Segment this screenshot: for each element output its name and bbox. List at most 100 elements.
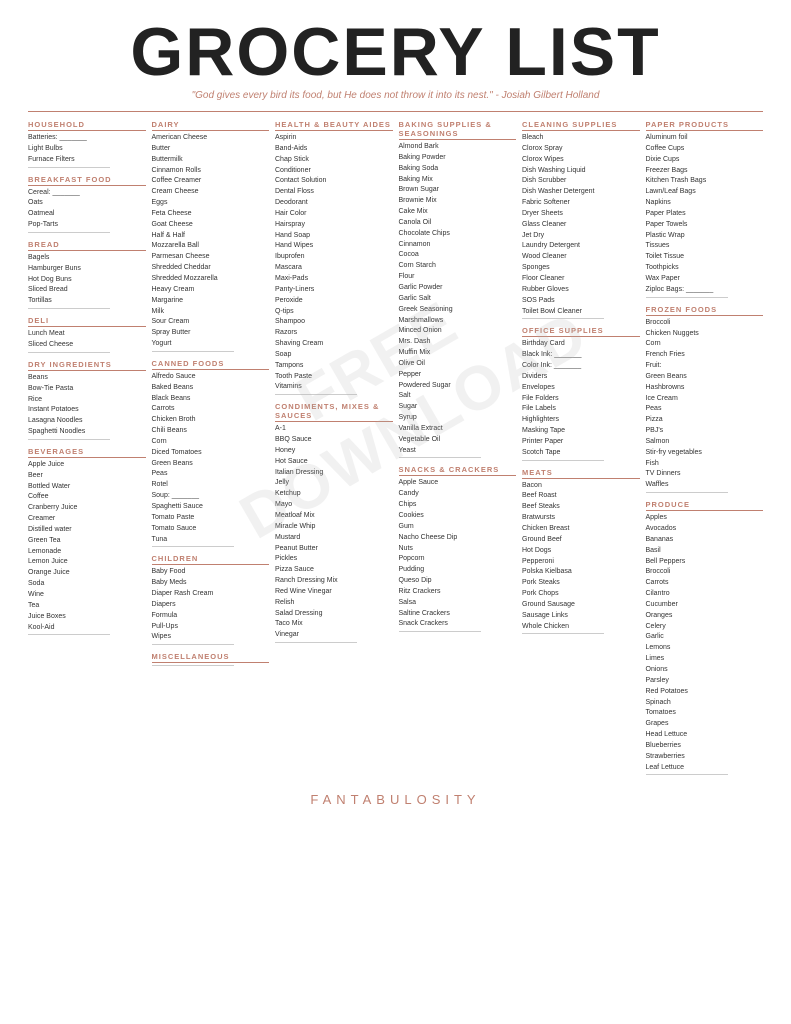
section-divider (646, 297, 728, 298)
list-item: Nuts (399, 544, 517, 555)
list-item: Pepperoni (522, 557, 640, 568)
brand-name: FANTABULOSITY (28, 792, 763, 807)
page: GROCERY LIST "God gives every bird its f… (0, 0, 791, 1024)
list-item: Spaghetti Sauce (152, 502, 270, 513)
section-5-2: PRODUCEApplesAvocadosBananasBasilBell Pe… (646, 500, 764, 775)
list-item: Pudding (399, 565, 517, 576)
list-item: Dish Washer Detergent (522, 187, 640, 198)
list-item: Cream Cheese (152, 187, 270, 198)
list-item: Sponges (522, 263, 640, 274)
list-item: Tea (28, 601, 146, 612)
list-item: Limes (646, 654, 764, 665)
section-0-2: BREADBagelsHamburger BunsHot Dog BunsSli… (28, 240, 146, 309)
list-item: Apple Sauce (399, 478, 517, 489)
list-item: Garlic Powder (399, 283, 517, 294)
list-item: Orange Juice (28, 568, 146, 579)
list-item: Corn (152, 437, 270, 448)
list-item: Diaper Rash Cream (152, 589, 270, 600)
list-item: Lemonade (28, 547, 146, 558)
list-item: Red Wine Vinegar (275, 587, 393, 598)
section-divider (152, 351, 234, 352)
page-title: GROCERY LIST (28, 18, 763, 86)
list-item: Paper Plates (646, 209, 764, 220)
list-item: Popcorn (399, 554, 517, 565)
list-item: Vitamins (275, 382, 393, 393)
section-divider (646, 774, 728, 775)
list-item: Bow-Tie Pasta (28, 384, 146, 395)
list-item: Shaving Cream (275, 339, 393, 350)
list-item: Bratwursts (522, 513, 640, 524)
list-item: Light Bulbs (28, 144, 146, 155)
section-divider (275, 642, 357, 643)
list-item: Hand Wipes (275, 241, 393, 252)
list-item: Dish Scrubber (522, 176, 640, 187)
list-item: Plastic Wrap (646, 231, 764, 242)
section-0-4: DRY INGREDIENTSBeansBow-Tie PastaRiceIns… (28, 360, 146, 440)
list-item: Mayo (275, 500, 393, 511)
list-item: Salad Dressing (275, 609, 393, 620)
list-item: Birthday Card (522, 339, 640, 350)
list-item: Batteries: _______ (28, 133, 146, 144)
list-item: Marshmallows (399, 316, 517, 327)
list-item: Conditioner (275, 166, 393, 177)
list-item: A-1 (275, 424, 393, 435)
list-item: Sugar (399, 402, 517, 413)
list-item: Pepper (399, 370, 517, 381)
list-item: Chips (399, 500, 517, 511)
list-item: Celery (646, 622, 764, 633)
list-item: Cereal: _______ (28, 188, 146, 199)
section-divider (399, 631, 481, 632)
section-title-1-3: MISCELLANEOUS (152, 652, 270, 663)
section-title-2-0: HEALTH & BEAUTY AIDES (275, 120, 393, 131)
list-item: Band-Aids (275, 144, 393, 155)
list-item: Distilled water (28, 525, 146, 536)
list-item: Floor Cleaner (522, 274, 640, 285)
list-item: Black Ink: _______ (522, 350, 640, 361)
list-item: Candy (399, 489, 517, 500)
list-item: Tortillas (28, 296, 146, 307)
section-0-0: HOUSEHOLDBatteries: _______Light BulbsFu… (28, 120, 146, 168)
list-item: Aluminum foil (646, 133, 764, 144)
list-item: Jelly (275, 478, 393, 489)
list-item: Shredded Cheddar (152, 263, 270, 274)
list-item: Bottled Water (28, 482, 146, 493)
list-item: Diapers (152, 600, 270, 611)
list-item: Red Potatoes (646, 687, 764, 698)
list-item: Ritz Crackers (399, 587, 517, 598)
section-1-0: DAIRYAmerican CheeseButterButtermilkCinn… (152, 120, 270, 352)
list-item: Shredded Mozzarella (152, 274, 270, 285)
list-item: Cinnamon Rolls (152, 166, 270, 177)
section-4-1: OFFICE SUPPLIESBirthday CardBlack Ink: _… (522, 326, 640, 460)
list-item: Vinegar (275, 630, 393, 641)
list-item: Hot Dog Buns (28, 275, 146, 286)
list-item: Spinach (646, 698, 764, 709)
column-3: BAKING SUPPLIES & SEASONINGSAlmond BarkB… (399, 120, 517, 639)
list-item: Peas (646, 404, 764, 415)
section-0-3: DELILunch MeatSliced Cheese (28, 316, 146, 353)
list-item: Pork Steaks (522, 578, 640, 589)
list-item: Fish (646, 459, 764, 470)
list-item: Ranch Dressing Mix (275, 576, 393, 587)
section-divider (152, 644, 234, 645)
subtitle: "God gives every bird its food, but He d… (28, 90, 763, 101)
list-item: Strawberries (646, 752, 764, 763)
list-item: Scotch Tape (522, 448, 640, 459)
list-item: Bananas (646, 535, 764, 546)
list-item: Tooth Paste (275, 372, 393, 383)
list-item: Pizza (646, 415, 764, 426)
list-item: Oats (28, 198, 146, 209)
list-item: Sliced Bread (28, 285, 146, 296)
list-item: Buttermilk (152, 155, 270, 166)
list-item: Tissues (646, 241, 764, 252)
list-item: Saltine Crackers (399, 609, 517, 620)
list-item: Fruit: (646, 361, 764, 372)
list-item: Queso Dip (399, 576, 517, 587)
list-item: Hamburger Buns (28, 264, 146, 275)
list-item: Freezer Bags (646, 166, 764, 177)
list-item: French Fries (646, 350, 764, 361)
list-item: Pork Chops (522, 589, 640, 600)
list-item: Diced Tomatoes (152, 448, 270, 459)
list-item: Almond Bark (399, 142, 517, 153)
section-0-1: BREAKFAST FOODCereal: _______OatsOatmeal… (28, 175, 146, 233)
list-item: Cake Mix (399, 207, 517, 218)
